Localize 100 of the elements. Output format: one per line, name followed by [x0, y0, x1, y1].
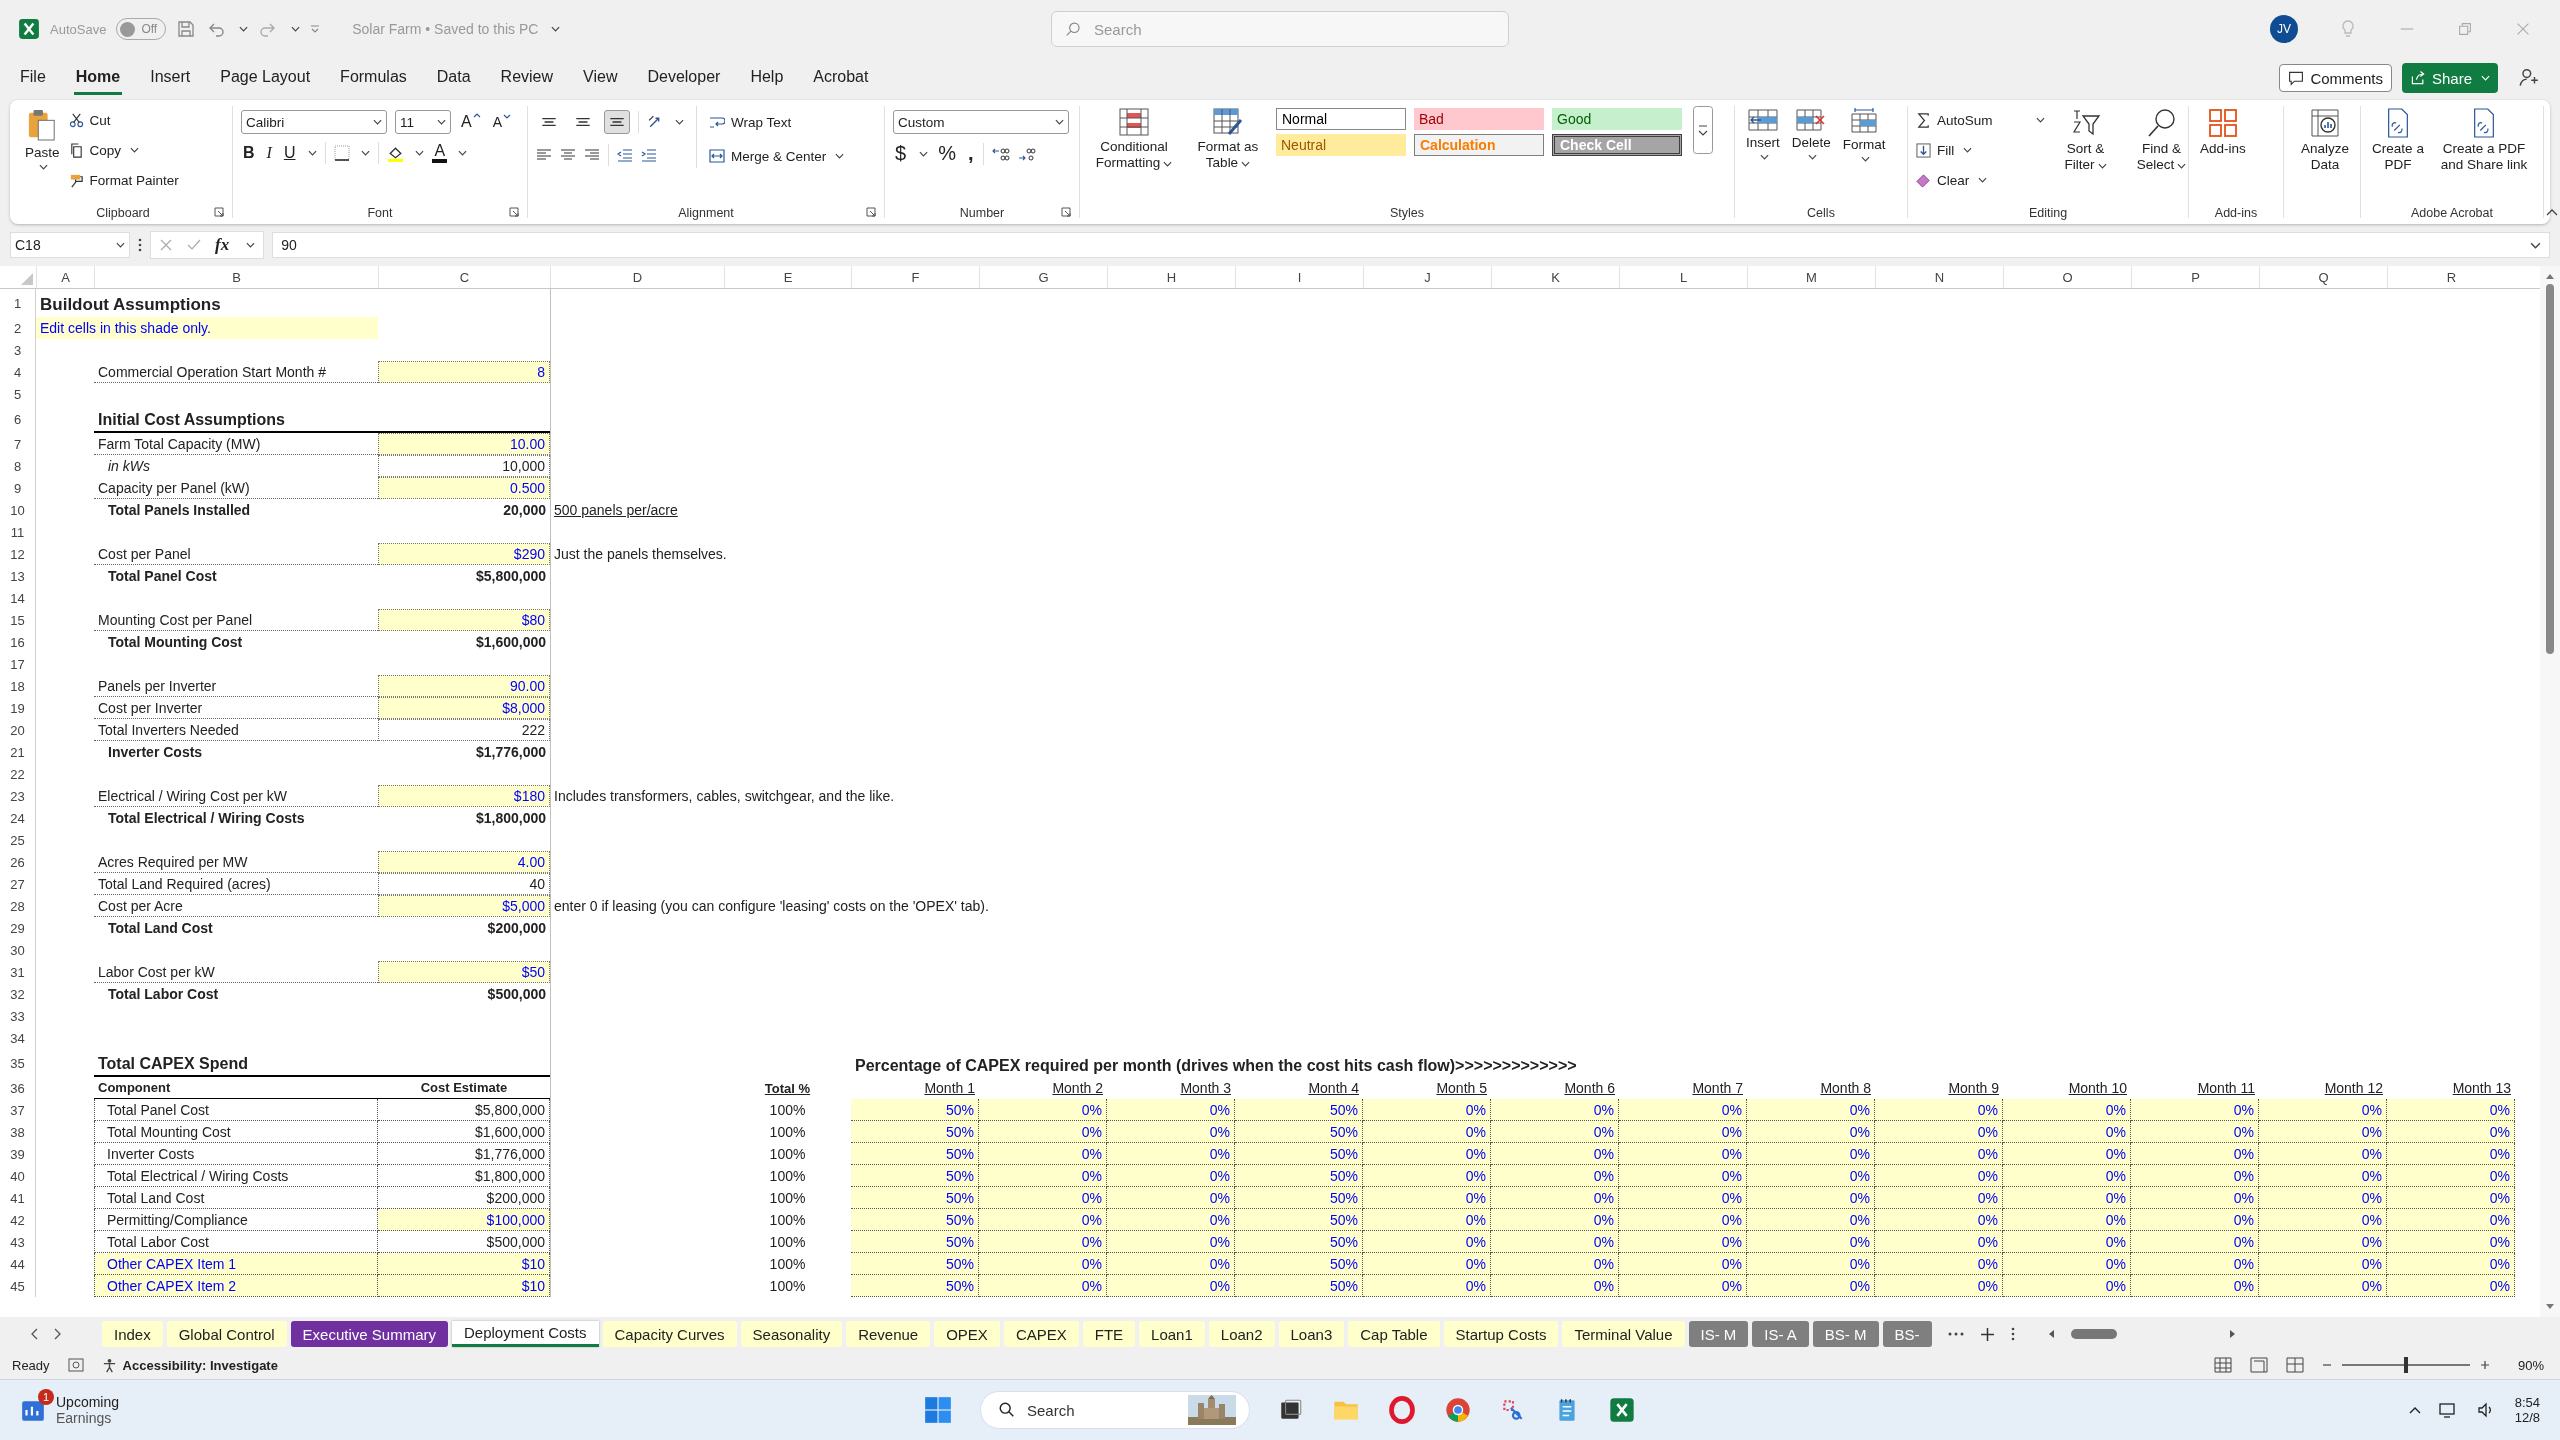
table-cell[interactable]: $50	[378, 961, 550, 983]
add-sheet-icon[interactable]	[1979, 1326, 1995, 1342]
autosum-button[interactable]: AutoSum	[1916, 108, 2045, 132]
dialog-launcher-icon[interactable]	[509, 207, 519, 217]
row-header[interactable]: 14	[0, 587, 36, 609]
dialog-launcher-icon[interactable]	[214, 207, 224, 217]
sort-filter-button[interactable]: Sort & Filter	[2050, 106, 2121, 176]
sheet-tab[interactable]: Terminal Value	[1562, 1321, 1685, 1347]
decrease-decimal-icon[interactable]	[1018, 145, 1037, 162]
row-header[interactable]: 4	[0, 361, 36, 383]
spreadsheet-app-icon[interactable]	[1608, 1396, 1636, 1424]
column-header[interactable]: C	[378, 266, 550, 288]
table-cell[interactable]: 0.500	[378, 477, 550, 499]
format-painter-button[interactable]: Format Painter	[68, 168, 179, 192]
align-lines-icon[interactable]	[584, 147, 600, 163]
row-header[interactable]: 28	[0, 895, 36, 917]
row-header[interactable]: 42	[0, 1209, 36, 1231]
row-header[interactable]: 7	[0, 433, 36, 455]
column-header[interactable]: J	[1363, 266, 1491, 288]
row-header[interactable]: 26	[0, 851, 36, 873]
sheet-tab[interactable]: Loan1	[1139, 1321, 1205, 1347]
sheet-tab[interactable]: Loan2	[1208, 1321, 1275, 1347]
row-header[interactable]: 20	[0, 719, 36, 741]
cell-style-swatch[interactable]: Bad	[1414, 108, 1544, 130]
fill-button[interactable]: Fill	[1916, 138, 2045, 162]
table-cell[interactable]: 8	[378, 361, 550, 383]
row-header[interactable]: 40	[0, 1165, 36, 1187]
share-button[interactable]: Share	[2401, 63, 2498, 93]
scroll-up-icon[interactable]	[2545, 272, 2555, 280]
ribbon-tab[interactable]: Acrobat	[811, 61, 871, 95]
sheet-tab[interactable]: Startup Costs	[1443, 1321, 1559, 1347]
row-header[interactable]: 21	[0, 741, 36, 763]
sheet-tab[interactable]: Index	[102, 1321, 163, 1347]
column-header[interactable]: G	[979, 266, 1107, 288]
row-header[interactable]: 39	[0, 1143, 36, 1165]
number-format-dropdown[interactable]: Custom	[893, 110, 1069, 134]
borders-icon[interactable]	[334, 145, 351, 161]
row-header[interactable]: 25	[0, 829, 36, 851]
format-cells-button[interactable]: Format	[1839, 106, 1889, 165]
sheet-tab[interactable]: CAPEX	[1003, 1321, 1079, 1347]
ring-icon[interactable]	[1388, 1396, 1416, 1424]
zoom-slider-thumb[interactable]	[2404, 1357, 2408, 1373]
scroll-right-icon[interactable]	[2228, 1329, 2237, 1339]
percent-button[interactable]: %	[936, 142, 958, 165]
italic-button[interactable]: I	[264, 144, 274, 162]
ribbon-tab[interactable]: View	[581, 61, 620, 95]
ribbon-tab[interactable]: Help	[748, 61, 786, 95]
insert-cells-button[interactable]: Insert	[1743, 106, 1783, 163]
table-cell[interactable]: 90.00	[378, 675, 550, 697]
column-header[interactable]: N	[1875, 266, 2003, 288]
cell-style-swatch[interactable]: Neutral	[1276, 134, 1406, 156]
ribbon-tab[interactable]: Developer	[645, 61, 723, 95]
browser-icon[interactable]	[1444, 1396, 1472, 1424]
table-cell[interactable]: 10.00	[378, 433, 550, 455]
row-header[interactable]: 18	[0, 675, 36, 697]
sheet-tab[interactable]: Revenue	[846, 1321, 931, 1347]
scrollbar-thumb[interactable]	[2546, 284, 2554, 654]
sheet-tab[interactable]: BS-	[1882, 1321, 1932, 1347]
decrease-indent-icon[interactable]	[617, 147, 633, 163]
comments-button[interactable]: Comments	[2279, 64, 2392, 92]
ribbon-tab[interactable]: Page Layout	[218, 61, 313, 95]
copy-button[interactable]: Copy	[68, 138, 179, 162]
next-sheet-icon[interactable]	[54, 1328, 62, 1340]
bold-button[interactable]: B	[241, 144, 257, 162]
row-header[interactable]: 32	[0, 983, 36, 1005]
increase-indent-icon[interactable]	[641, 147, 657, 163]
sheet-tab[interactable]: Seasonality	[740, 1321, 843, 1347]
column-header[interactable]: L	[1619, 266, 1747, 288]
column-header[interactable]: I	[1235, 266, 1363, 288]
find-select-button[interactable]: Find & Select	[2126, 106, 2197, 176]
row-header[interactable]: 9	[0, 477, 36, 499]
row-header[interactable]: 44	[0, 1253, 36, 1275]
sheet-tab[interactable]: Global Control	[166, 1321, 287, 1347]
shrink-font-button[interactable]: A	[490, 114, 513, 130]
align-lines-icon[interactable]	[560, 147, 576, 163]
table-cell[interactable]: $5,000	[378, 895, 550, 917]
row-header[interactable]: 17	[0, 653, 36, 675]
collapse-ribbon-icon[interactable]	[2546, 208, 2558, 216]
table-cell[interactable]: $8,000	[378, 697, 550, 719]
column-header[interactable]: E	[724, 266, 851, 288]
analyze-data-button[interactable]: Analyze Data	[2292, 106, 2358, 176]
cell-mode-icon[interactable]	[67, 1358, 84, 1372]
column-header[interactable]: H	[1107, 266, 1235, 288]
sheet-tab[interactable]: FTE	[1082, 1321, 1136, 1347]
insert-function-button[interactable]: fx	[215, 235, 230, 255]
row-header[interactable]: 6	[0, 405, 36, 433]
ribbon-tab[interactable]: Home	[73, 61, 123, 95]
table-cell[interactable]: $290	[378, 543, 550, 565]
row-header[interactable]: 11	[0, 521, 36, 543]
column-header[interactable]: K	[1491, 266, 1619, 288]
formula-field[interactable]: 90	[272, 232, 2550, 258]
merge-center-button[interactable]: Merge & Center	[709, 144, 845, 168]
row-header[interactable]: 3	[0, 339, 36, 361]
name-box[interactable]: C18	[10, 232, 130, 258]
row-header[interactable]: 13	[0, 565, 36, 587]
row-header[interactable]: 5	[0, 383, 36, 405]
row-header[interactable]: 22	[0, 763, 36, 785]
row-header[interactable]: 8	[0, 455, 36, 477]
clear-button[interactable]: Clear	[1916, 168, 2045, 192]
zoom-level[interactable]: 90%	[2508, 1357, 2544, 1373]
